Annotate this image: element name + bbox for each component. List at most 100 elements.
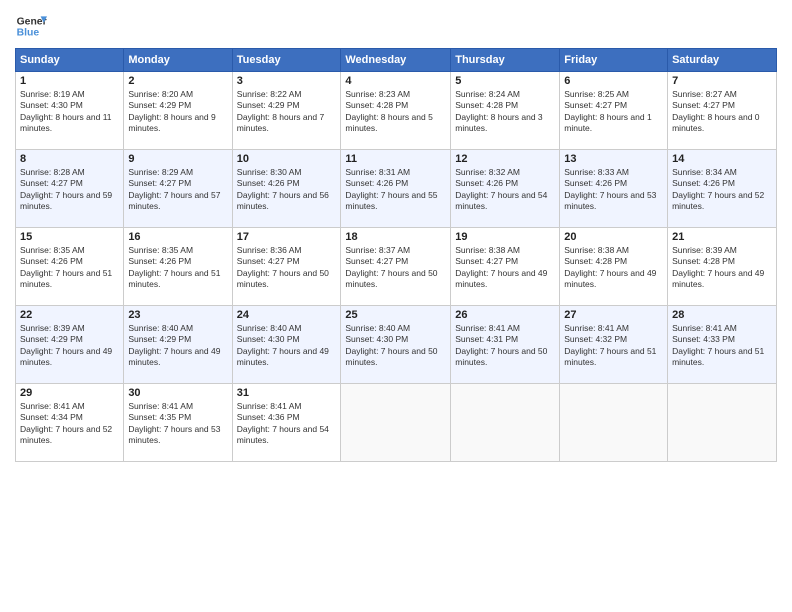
day-number: 2 [128, 75, 227, 87]
day-number: 18 [345, 231, 446, 243]
day-number: 24 [237, 309, 337, 321]
calendar-week-row: 8 Sunrise: 8:28 AMSunset: 4:27 PMDayligh… [16, 150, 777, 228]
calendar-day-cell: 18 Sunrise: 8:37 AMSunset: 4:27 PMDaylig… [341, 228, 451, 306]
calendar-day-cell: 28 Sunrise: 8:41 AMSunset: 4:33 PMDaylig… [668, 306, 777, 384]
calendar-day-cell: 13 Sunrise: 8:33 AMSunset: 4:26 PMDaylig… [560, 150, 668, 228]
calendar-day-cell: 23 Sunrise: 8:40 AMSunset: 4:29 PMDaylig… [124, 306, 232, 384]
day-number: 23 [128, 309, 227, 321]
day-number: 25 [345, 309, 446, 321]
day-detail: Sunrise: 8:38 AMSunset: 4:28 PMDaylight:… [564, 245, 656, 289]
day-detail: Sunrise: 8:41 AMSunset: 4:31 PMDaylight:… [455, 323, 547, 367]
calendar-day-cell: 16 Sunrise: 8:35 AMSunset: 4:26 PMDaylig… [124, 228, 232, 306]
day-detail: Sunrise: 8:22 AMSunset: 4:29 PMDaylight:… [237, 89, 324, 133]
day-detail: Sunrise: 8:32 AMSunset: 4:26 PMDaylight:… [455, 167, 547, 211]
calendar-week-row: 1 Sunrise: 8:19 AMSunset: 4:30 PMDayligh… [16, 72, 777, 150]
day-number: 10 [237, 153, 337, 165]
svg-text:Blue: Blue [17, 28, 40, 39]
day-detail: Sunrise: 8:29 AMSunset: 4:27 PMDaylight:… [128, 167, 220, 211]
calendar-day-cell: 25 Sunrise: 8:40 AMSunset: 4:30 PMDaylig… [341, 306, 451, 384]
day-number: 9 [128, 153, 227, 165]
day-number: 30 [128, 387, 227, 399]
calendar-day-cell: 14 Sunrise: 8:34 AMSunset: 4:26 PMDaylig… [668, 150, 777, 228]
calendar-day-cell: 9 Sunrise: 8:29 AMSunset: 4:27 PMDayligh… [124, 150, 232, 228]
calendar-day-cell: 30 Sunrise: 8:41 AMSunset: 4:35 PMDaylig… [124, 384, 232, 462]
day-number: 20 [564, 231, 663, 243]
calendar-day-cell: 19 Sunrise: 8:38 AMSunset: 4:27 PMDaylig… [451, 228, 560, 306]
day-detail: Sunrise: 8:40 AMSunset: 4:30 PMDaylight:… [345, 323, 437, 367]
day-detail: Sunrise: 8:20 AMSunset: 4:29 PMDaylight:… [128, 89, 215, 133]
calendar-day-cell [560, 384, 668, 462]
calendar-week-row: 29 Sunrise: 8:41 AMSunset: 4:34 PMDaylig… [16, 384, 777, 462]
calendar-day-cell: 5 Sunrise: 8:24 AMSunset: 4:28 PMDayligh… [451, 72, 560, 150]
day-detail: Sunrise: 8:23 AMSunset: 4:28 PMDaylight:… [345, 89, 432, 133]
header: General Blue [15, 10, 777, 42]
calendar-day-cell: 15 Sunrise: 8:35 AMSunset: 4:26 PMDaylig… [16, 228, 124, 306]
day-detail: Sunrise: 8:35 AMSunset: 4:26 PMDaylight:… [128, 245, 220, 289]
day-number: 7 [672, 75, 772, 87]
calendar-day-cell: 4 Sunrise: 8:23 AMSunset: 4:28 PMDayligh… [341, 72, 451, 150]
day-number: 5 [455, 75, 555, 87]
calendar-day-cell: 6 Sunrise: 8:25 AMSunset: 4:27 PMDayligh… [560, 72, 668, 150]
weekday-header: Thursday [451, 49, 560, 72]
day-detail: Sunrise: 8:40 AMSunset: 4:30 PMDaylight:… [237, 323, 329, 367]
calendar-day-cell: 27 Sunrise: 8:41 AMSunset: 4:32 PMDaylig… [560, 306, 668, 384]
calendar-week-row: 22 Sunrise: 8:39 AMSunset: 4:29 PMDaylig… [16, 306, 777, 384]
day-detail: Sunrise: 8:25 AMSunset: 4:27 PMDaylight:… [564, 89, 651, 133]
calendar-day-cell: 1 Sunrise: 8:19 AMSunset: 4:30 PMDayligh… [16, 72, 124, 150]
calendar-table: SundayMondayTuesdayWednesdayThursdayFrid… [15, 48, 777, 462]
calendar-day-cell: 29 Sunrise: 8:41 AMSunset: 4:34 PMDaylig… [16, 384, 124, 462]
day-number: 31 [237, 387, 337, 399]
calendar-day-cell: 17 Sunrise: 8:36 AMSunset: 4:27 PMDaylig… [232, 228, 341, 306]
day-detail: Sunrise: 8:41 AMSunset: 4:35 PMDaylight:… [128, 401, 220, 445]
day-number: 8 [20, 153, 119, 165]
calendar-day-cell: 12 Sunrise: 8:32 AMSunset: 4:26 PMDaylig… [451, 150, 560, 228]
day-detail: Sunrise: 8:34 AMSunset: 4:26 PMDaylight:… [672, 167, 764, 211]
logo-icon: General Blue [15, 10, 47, 42]
calendar-day-cell: 11 Sunrise: 8:31 AMSunset: 4:26 PMDaylig… [341, 150, 451, 228]
day-number: 16 [128, 231, 227, 243]
day-detail: Sunrise: 8:39 AMSunset: 4:29 PMDaylight:… [20, 323, 112, 367]
day-number: 14 [672, 153, 772, 165]
day-number: 4 [345, 75, 446, 87]
day-number: 6 [564, 75, 663, 87]
weekday-header: Wednesday [341, 49, 451, 72]
day-detail: Sunrise: 8:39 AMSunset: 4:28 PMDaylight:… [672, 245, 764, 289]
day-detail: Sunrise: 8:35 AMSunset: 4:26 PMDaylight:… [20, 245, 112, 289]
calendar-day-cell: 3 Sunrise: 8:22 AMSunset: 4:29 PMDayligh… [232, 72, 341, 150]
day-detail: Sunrise: 8:38 AMSunset: 4:27 PMDaylight:… [455, 245, 547, 289]
day-number: 28 [672, 309, 772, 321]
day-number: 11 [345, 153, 446, 165]
calendar-week-row: 15 Sunrise: 8:35 AMSunset: 4:26 PMDaylig… [16, 228, 777, 306]
day-detail: Sunrise: 8:40 AMSunset: 4:29 PMDaylight:… [128, 323, 220, 367]
weekday-header: Sunday [16, 49, 124, 72]
day-number: 27 [564, 309, 663, 321]
calendar-day-cell: 20 Sunrise: 8:38 AMSunset: 4:28 PMDaylig… [560, 228, 668, 306]
day-detail: Sunrise: 8:41 AMSunset: 4:33 PMDaylight:… [672, 323, 764, 367]
calendar-day-cell: 24 Sunrise: 8:40 AMSunset: 4:30 PMDaylig… [232, 306, 341, 384]
calendar-day-cell: 7 Sunrise: 8:27 AMSunset: 4:27 PMDayligh… [668, 72, 777, 150]
calendar-day-cell [451, 384, 560, 462]
day-number: 19 [455, 231, 555, 243]
calendar-day-cell [341, 384, 451, 462]
day-number: 22 [20, 309, 119, 321]
calendar-header-row: SundayMondayTuesdayWednesdayThursdayFrid… [16, 49, 777, 72]
day-number: 15 [20, 231, 119, 243]
day-detail: Sunrise: 8:37 AMSunset: 4:27 PMDaylight:… [345, 245, 437, 289]
calendar-day-cell: 2 Sunrise: 8:20 AMSunset: 4:29 PMDayligh… [124, 72, 232, 150]
day-detail: Sunrise: 8:27 AMSunset: 4:27 PMDaylight:… [672, 89, 759, 133]
calendar-day-cell: 21 Sunrise: 8:39 AMSunset: 4:28 PMDaylig… [668, 228, 777, 306]
day-number: 26 [455, 309, 555, 321]
day-number: 17 [237, 231, 337, 243]
day-number: 21 [672, 231, 772, 243]
calendar-day-cell: 22 Sunrise: 8:39 AMSunset: 4:29 PMDaylig… [16, 306, 124, 384]
page: General Blue SundayMondayTuesdayWednesda… [0, 0, 792, 612]
logo: General Blue [15, 10, 47, 42]
calendar-day-cell [668, 384, 777, 462]
day-number: 29 [20, 387, 119, 399]
calendar-day-cell: 10 Sunrise: 8:30 AMSunset: 4:26 PMDaylig… [232, 150, 341, 228]
day-detail: Sunrise: 8:24 AMSunset: 4:28 PMDaylight:… [455, 89, 542, 133]
weekday-header: Saturday [668, 49, 777, 72]
day-detail: Sunrise: 8:41 AMSunset: 4:32 PMDaylight:… [564, 323, 656, 367]
day-detail: Sunrise: 8:41 AMSunset: 4:36 PMDaylight:… [237, 401, 329, 445]
weekday-header: Tuesday [232, 49, 341, 72]
